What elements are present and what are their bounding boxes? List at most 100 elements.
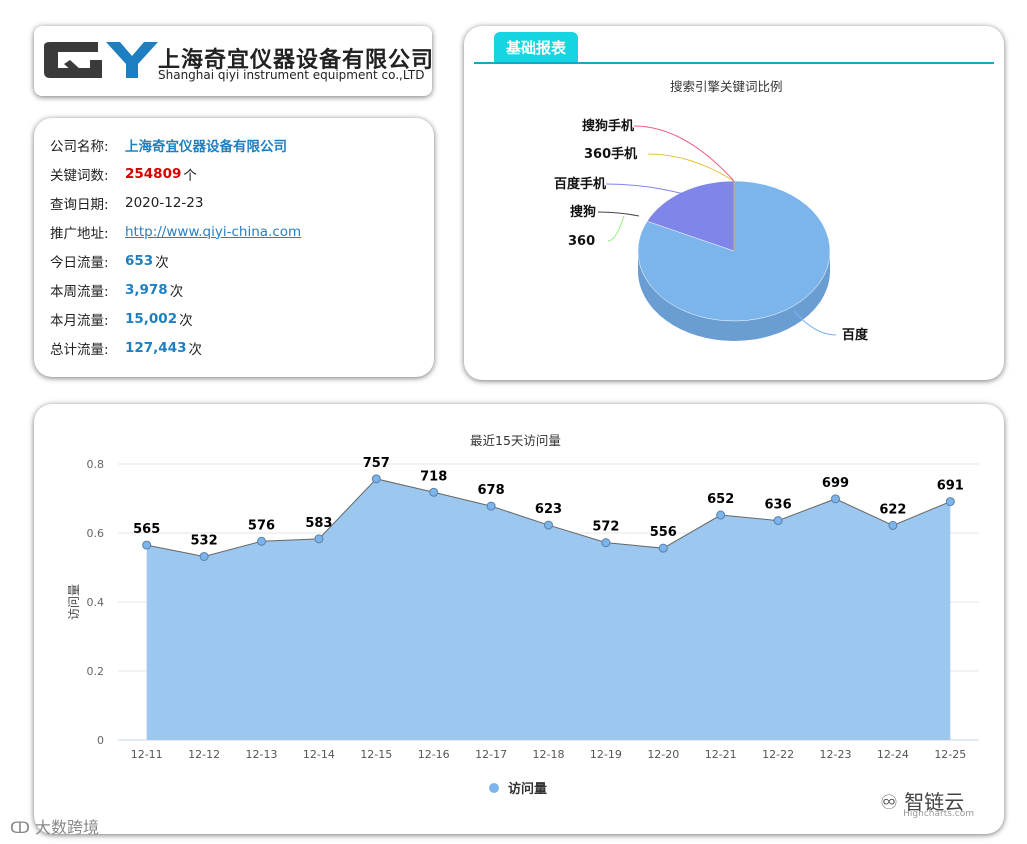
info-label: 查询日期: [50,196,109,213]
info-row: 总计流量: 127,443 次 [50,333,418,362]
y-tick-label: 0.8 [87,458,105,471]
pie-label: 百度手机 [554,176,606,192]
x-tick-label: 12-22 [762,748,794,761]
data-label: 757 [363,456,390,471]
legend-label[interactable]: 访问量 [508,781,547,797]
info-unit: 次 [188,341,203,358]
x-tick-label: 12-24 [877,748,909,761]
info-row: 查询日期: 2020-12-23 [50,188,418,217]
data-point[interactable] [199,551,209,561]
data-label: 678 [478,483,505,498]
data-point[interactable] [831,494,840,504]
info-value: 上海奇宜仪器设备有限公司 [125,138,287,155]
watermark-bottom-right: ♾ 智链云 [880,790,965,814]
data-label: 565 [133,522,160,537]
x-tick-label: 12-14 [303,748,335,761]
data-label: 623 [535,502,562,517]
logo-card: 上海奇宜仪器设备有限公司 Shanghai qiyi instrument eq… [34,26,433,96]
data-label: 556 [650,525,677,540]
data-label: 583 [305,516,332,531]
info-label: 本周流量: [50,283,109,300]
data-label: 691 [937,479,964,494]
data-point[interactable] [544,520,553,530]
info-label: 总计流量: [50,341,109,358]
info-unit: 次 [169,283,184,300]
data-point[interactable] [314,534,324,544]
info-row: 公司名称: 上海奇宜仪器设备有限公司 [50,130,418,159]
data-point[interactable] [429,487,439,497]
visits-chart-card: 最近15天访问量 0 0.2 0.4 0.6 0.8 访问量 565 12-11 532 12-1… [34,404,1004,834]
pie-label: 百度 [842,327,869,343]
x-tick-label: 12-15 [360,748,392,761]
data-point[interactable] [773,516,783,526]
data-point[interactable] [371,474,381,484]
pie-connector [597,211,640,217]
info-unit: 次 [155,254,169,271]
pie-chart: 百度 360 搜狗 百度手机 360手机 搜狗手机 [554,118,869,343]
info-label: 公司名称: [50,138,109,155]
data-label: 622 [879,502,906,517]
pie-label: 360 [568,234,595,249]
data-point[interactable] [257,536,266,546]
data-point[interactable] [142,540,152,550]
x-tick-label: 12-19 [590,748,622,761]
y-tick-label: 0.4 [87,596,105,609]
y-tick-label: 0 [97,734,104,747]
company-name-en: Shanghai qiyi instrument equipment co.,L… [158,68,425,82]
x-tick-label: 12-12 [188,748,220,761]
info-label: 今日流量: [50,254,109,271]
basic-report-card: 基础报表 搜索引擎关键词比例 百度 360 搜狗 百度手机 360手机 搜狗手机 [464,26,1004,380]
data-label: 576 [248,518,275,533]
company-info-card: 公司名称: 上海奇宜仪器设备有限公司 关键词数: 254809 个查询日期: 2020-1… [34,118,434,377]
company-logo [40,38,160,86]
data-point[interactable] [601,538,611,548]
x-tick-label: 12-17 [475,748,507,761]
info-row: 本月流量: 15,002 次 [50,304,418,333]
data-label: 636 [765,498,792,513]
y-axis-label: 访问量 [67,584,81,620]
info-label: 关键词数: [50,167,109,184]
watermark-bottom-left: ↀ 大数跨境 [10,818,100,837]
info-row: 今日流量: 653 次 [50,246,418,275]
x-tick-label: 12-23 [820,748,852,761]
info-value: 2020-12-23 [125,194,204,211]
pie-label: 搜狗手机 [582,118,634,134]
info-label: 本月流量: [50,312,109,329]
data-point[interactable] [486,501,496,511]
watermark-logo-icon: ↀ [10,818,36,837]
info-value: 15,002 [125,310,178,327]
x-tick-label: 12-11 [131,748,163,761]
info-value: 127,443 [125,339,187,356]
data-label: 532 [191,533,218,548]
info-list: 公司名称: 上海奇宜仪器设备有限公司 关键词数: 254809 个查询日期: 2020-1… [50,130,418,362]
data-point[interactable] [658,543,668,553]
info-unit: 次 [179,312,193,329]
info-value: 254809 [125,165,182,182]
qy-logo-icon [44,42,158,78]
pie-connector [607,215,625,242]
wechat-icon: ♾ [880,790,905,814]
data-point[interactable] [945,497,955,507]
data-label: 572 [592,520,619,535]
x-tick-label: 12-20 [647,748,679,761]
website-link[interactable]: http://www.qiyi-china.com [125,224,301,240]
pie-label: 搜狗 [570,204,596,220]
info-value: 3,978 [125,281,168,298]
legend-marker[interactable] [489,783,499,793]
data-point[interactable] [716,510,726,520]
x-tick-label: 12-25 [934,748,966,761]
info-row: 关键词数: 254809 个 [50,159,418,188]
info-label: 推广地址: [50,225,109,242]
y-tick-label: 0.2 [87,665,105,678]
info-value: 653 [125,252,154,269]
info-row: 本周流量: 3,978 次 [50,275,418,304]
data-label: 718 [420,469,447,484]
data-point[interactable] [888,520,898,530]
data-label: 652 [707,492,734,507]
x-tick-label: 12-13 [246,748,278,761]
x-tick-label: 12-16 [418,748,450,761]
pie-connector [605,183,685,195]
info-row: 推广地址: http://www.qiyi-china.com [50,217,418,246]
pie-label: 360手机 [584,146,637,162]
x-tick-label: 12-18 [533,748,565,761]
